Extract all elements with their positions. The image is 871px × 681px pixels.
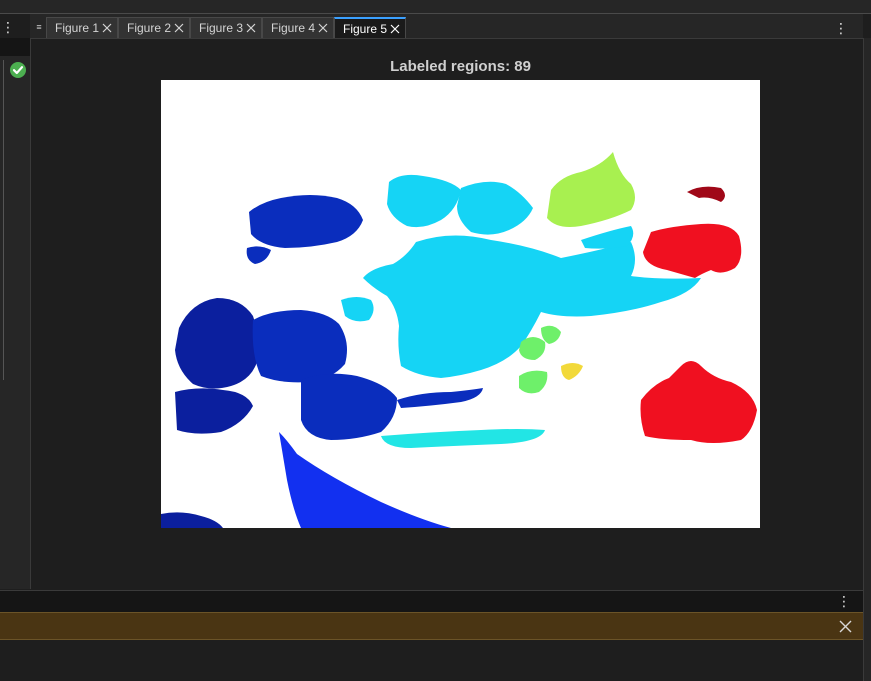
left-sidebar: [0, 38, 31, 589]
close-icon[interactable]: [390, 24, 400, 34]
right-scrollbar[interactable]: [863, 38, 871, 681]
sidebar-scrollbar[interactable]: [3, 60, 4, 380]
tab-label: Figure 2: [127, 21, 172, 35]
label-map-image: [161, 80, 760, 528]
close-icon[interactable]: [318, 23, 328, 33]
figure-title: Labeled regions: 89: [390, 58, 531, 75]
tab-figure-1[interactable]: Figure 1: [46, 17, 118, 38]
notification-banner: [0, 612, 863, 640]
tab-figure-5[interactable]: Figure 5: [334, 17, 406, 38]
tab-figure-3[interactable]: Figure 3: [190, 17, 262, 38]
tab-label: Figure 3: [199, 21, 244, 35]
close-icon[interactable]: [246, 23, 256, 33]
sidebar-menu-button[interactable]: ⋮: [0, 16, 16, 38]
tab-label: Figure 4: [271, 21, 316, 35]
bottom-panel-menu-button[interactable]: ⋮: [836, 592, 852, 610]
window-top-strip: [0, 0, 871, 14]
close-icon[interactable]: [838, 619, 853, 634]
labeled-regions-image: [161, 80, 760, 528]
close-icon[interactable]: [102, 23, 112, 33]
tab-figure-4[interactable]: Figure 4: [262, 17, 334, 38]
close-icon[interactable]: [174, 23, 184, 33]
tab-label: Figure 5: [343, 22, 388, 36]
tab-list-menu-button[interactable]: ≡: [34, 20, 44, 34]
bottom-panel-header: [0, 590, 863, 613]
tab-label: Figure 1: [55, 21, 100, 35]
figure-options-menu-button[interactable]: ⋮: [834, 18, 848, 38]
check-circle-icon: [10, 62, 26, 78]
bottom-panel-content: [0, 641, 863, 681]
tab-figure-2[interactable]: Figure 2: [118, 17, 190, 38]
left-sidebar-header: [0, 38, 30, 56]
